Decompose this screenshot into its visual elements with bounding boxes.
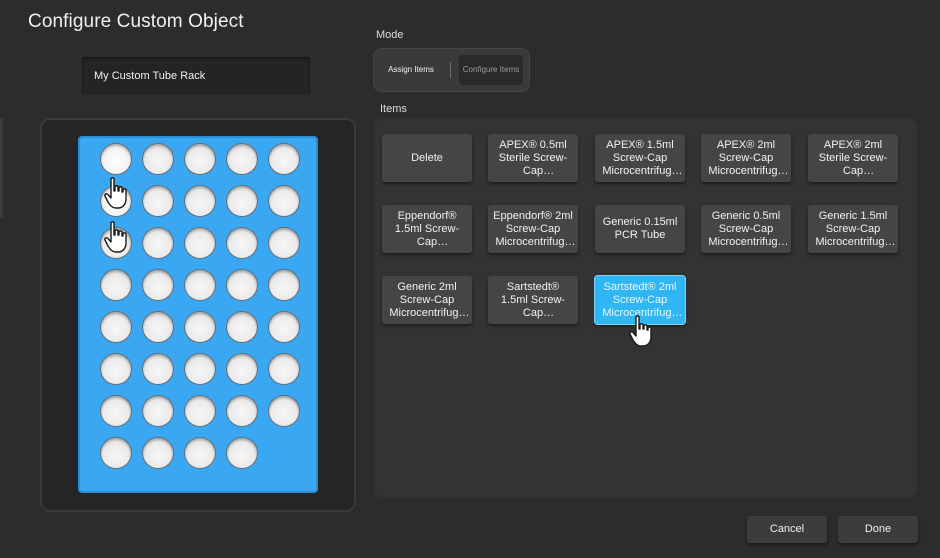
rack-well[interactable]	[143, 438, 173, 468]
item-button[interactable]: APEX® 2ml Screw-Cap Microcentrifuge Tube	[701, 134, 791, 182]
rack-well[interactable]	[101, 270, 131, 300]
rack-well[interactable]	[101, 228, 131, 258]
item-button[interactable]: Generic 0.15ml PCR Tube	[595, 205, 685, 253]
item-button-label: APEX® 0.5ml Sterile Screw-Cap Microcentr…	[498, 138, 568, 177]
rack-well[interactable]	[185, 186, 215, 216]
item-button[interactable]: Eppendorf® 2ml Screw-Cap Microcentrifuge…	[488, 205, 578, 253]
item-button[interactable]: Generic 2ml Screw-Cap Microcentrifuge Tu…	[382, 276, 472, 324]
rack-well[interactable]	[269, 396, 299, 426]
rack-well[interactable]	[185, 438, 215, 468]
done-button[interactable]: Done	[838, 516, 918, 543]
rack-well[interactable]	[227, 228, 257, 258]
item-button[interactable]: Sartstedt® 2ml Screw-Cap Microcentrifuge…	[595, 276, 685, 324]
item-button-label: Sartstedt® 2ml Screw-Cap Microcentrifuge…	[602, 280, 678, 319]
rack-well[interactable]	[269, 312, 299, 342]
object-name-input[interactable]: My Custom Tube Rack	[82, 57, 310, 95]
rack-well[interactable]	[269, 144, 299, 174]
rack-well[interactable]	[227, 186, 257, 216]
items-label: Items	[380, 103, 407, 115]
item-button-label: Eppendorf® 2ml Screw-Cap Microcentrifuge…	[493, 209, 573, 248]
rack-well[interactable]	[269, 354, 299, 384]
rack-well[interactable]	[185, 144, 215, 174]
mode-divider	[450, 62, 451, 78]
rack-well[interactable]	[143, 396, 173, 426]
item-button-label: Generic 2ml Screw-Cap Microcentrifuge Tu…	[389, 280, 465, 319]
item-button[interactable]: Generic 1.5ml Screw-Cap Microcentrifuge …	[808, 205, 898, 253]
item-button[interactable]: Eppendorf® 1.5ml Screw-Cap Microcentrifu…	[382, 205, 472, 253]
rack-well[interactable]	[185, 228, 215, 258]
rack-well[interactable]	[269, 270, 299, 300]
item-button-label: Sartstedt® 1.5ml Screw-Cap Microcentrifu…	[500, 280, 566, 319]
rack-well[interactable]	[101, 186, 131, 216]
rack-well[interactable]	[101, 144, 131, 174]
item-button-label: APEX® 2ml Sterile Screw-Cap Microcentrif…	[818, 138, 888, 177]
rack-well[interactable]	[227, 354, 257, 384]
rack-well[interactable]	[227, 312, 257, 342]
item-button-label: Eppendorf® 1.5ml Screw-Cap Microcentrifu…	[394, 209, 460, 248]
rack-well[interactable]	[185, 270, 215, 300]
item-button-label: Generic 0.5ml Screw-Cap Microcentrifuge …	[708, 209, 784, 248]
rack-well[interactable]	[269, 186, 299, 216]
mode-toggle: Assign Items Configure Items	[374, 49, 529, 91]
item-button[interactable]: Sartstedt® 1.5ml Screw-Cap Microcentrifu…	[488, 276, 578, 324]
rack-well[interactable]	[227, 438, 257, 468]
rack-well[interactable]	[101, 438, 131, 468]
configure-custom-object-dialog: Configure Custom Object My Custom Tube R…	[0, 0, 940, 558]
dialog-title: Configure Custom Object	[28, 11, 244, 32]
item-button-label: Delete	[411, 151, 443, 164]
rack-well[interactable]	[143, 270, 173, 300]
left-edge-divider	[0, 118, 3, 218]
rack-well[interactable]	[185, 354, 215, 384]
item-button-label: Generic 0.15ml PCR Tube	[602, 216, 678, 241]
item-button-label: APEX® 1.5ml Screw-Cap Microcentrifuge Tu…	[602, 138, 678, 177]
item-button[interactable]: APEX® 1.5ml Screw-Cap Microcentrifuge Tu…	[595, 134, 685, 182]
rack-well[interactable]	[227, 270, 257, 300]
mode-assign-items-option[interactable]: Assign Items	[380, 55, 442, 85]
rack-well[interactable]	[101, 312, 131, 342]
tube-rack	[78, 136, 318, 493]
item-button-label: APEX® 2ml Screw-Cap Microcentrifuge Tube	[708, 138, 784, 177]
rack-well[interactable]	[143, 144, 173, 174]
rack-well[interactable]	[143, 186, 173, 216]
rack-well[interactable]	[269, 228, 299, 258]
rack-well[interactable]	[185, 312, 215, 342]
mode-configure-items-option[interactable]: Configure Items	[459, 55, 523, 85]
item-button-label: Generic 1.5ml Screw-Cap Microcentrifuge …	[815, 209, 891, 248]
rack-well[interactable]	[143, 228, 173, 258]
rack-well[interactable]	[185, 396, 215, 426]
cancel-button[interactable]: Cancel	[747, 516, 827, 543]
item-button[interactable]: APEX® 0.5ml Sterile Screw-Cap Microcentr…	[488, 134, 578, 182]
delete-button[interactable]: Delete	[382, 134, 472, 182]
rack-well[interactable]	[227, 144, 257, 174]
rack-well[interactable]	[101, 354, 131, 384]
rack-well[interactable]	[101, 396, 131, 426]
mode-label: Mode	[376, 29, 404, 41]
items-panel: Delete APEX® 0.5ml Sterile Screw-Cap Micr…	[374, 118, 917, 498]
rack-well[interactable]	[143, 354, 173, 384]
rack-well[interactable]	[143, 312, 173, 342]
rack-well[interactable]	[227, 396, 257, 426]
item-button[interactable]: Generic 0.5ml Screw-Cap Microcentrifuge …	[701, 205, 791, 253]
item-button[interactable]: APEX® 2ml Sterile Screw-Cap Microcentrif…	[808, 134, 898, 182]
